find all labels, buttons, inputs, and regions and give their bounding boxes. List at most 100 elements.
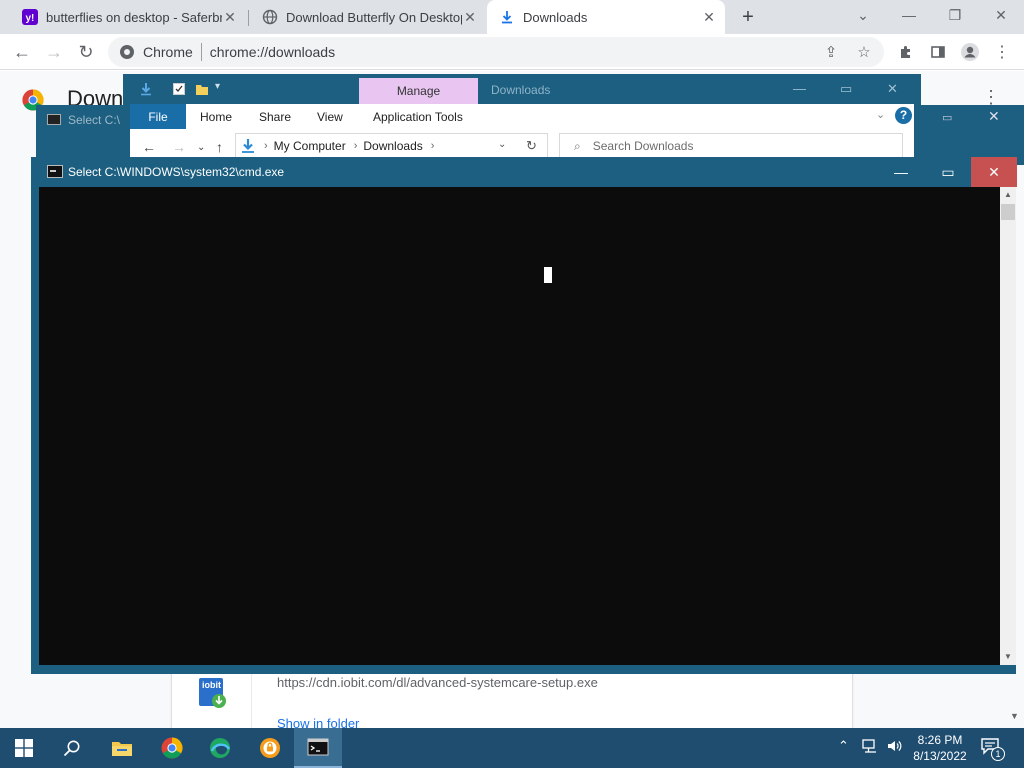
restore-button[interactable]: ❐ — [932, 0, 978, 30]
show-hidden-icons-icon[interactable]: ⌃ — [838, 738, 849, 754]
ribbon-tab-share[interactable]: Share — [259, 104, 291, 129]
browser-toolbar: ← → ↻ Chrome chrome://downloads ⇪ ☆ ⋮ — [0, 34, 1024, 70]
share-icon[interactable]: ⇪ — [821, 42, 841, 62]
omnibox-divider — [200, 43, 202, 61]
close-icon[interactable]: ✕ — [988, 108, 1000, 125]
explorer-title: Downloads — [491, 83, 551, 97]
tab-yahoo-search[interactable]: y! butterflies on desktop - Saferbro ✕ — [10, 0, 246, 34]
breadcrumb-separator-icon[interactable]: › — [431, 140, 435, 152]
ribbon-tab-file[interactable]: File — [130, 104, 186, 129]
maximize-icon[interactable]: ▭ — [840, 81, 852, 97]
expand-ribbon-icon[interactable]: ⌄ — [876, 108, 885, 121]
window-title: Select C:\WINDOWS\system32\cmd.exe — [68, 165, 285, 179]
explorer-ribbon: File Home Share View Application Tools ⌄… — [130, 104, 914, 129]
svg-text:iobit: iobit — [202, 680, 221, 690]
customize-quick-access-icon[interactable]: ▾ — [215, 81, 220, 95]
secure-browser-icon — [260, 738, 280, 758]
explorer-address-bar[interactable]: › My Computer › Downloads › ⌄ ↻ — [235, 133, 548, 159]
download-url[interactable]: https://cdn.iobit.com/dl/advanced-system… — [277, 675, 598, 690]
back-arrow-icon[interactable]: ← — [142, 139, 156, 155]
close-tab-icon[interactable]: ✕ — [222, 9, 238, 25]
breadcrumb-separator-icon[interactable]: › — [354, 140, 358, 152]
ribbon-tab-view[interactable]: View — [317, 104, 343, 129]
properties-icon[interactable] — [172, 82, 186, 96]
globe-icon — [262, 9, 278, 25]
minimize-icon[interactable]: — — [793, 81, 806, 96]
chrome-menu-icon[interactable]: ⋮ — [992, 42, 1012, 62]
recent-locations-icon[interactable]: ⌄ — [197, 142, 205, 153]
profile-avatar[interactable] — [960, 42, 980, 62]
refresh-icon[interactable]: ↻ — [526, 138, 537, 154]
edge-icon — [210, 738, 231, 758]
clock-date: 8/13/2022 — [913, 749, 967, 763]
ribbon-tab-application-tools[interactable]: Application Tools — [373, 104, 463, 129]
cmd-icon — [47, 165, 63, 178]
notification-center-button[interactable]: 1 — [980, 737, 1006, 761]
taskbar-avast-browser[interactable] — [246, 728, 294, 768]
breadcrumb-my-computer[interactable]: My Computer — [274, 139, 346, 153]
scroll-thumb[interactable] — [1001, 204, 1015, 220]
minimize-button[interactable]: — — [886, 0, 932, 30]
breadcrumb-separator-icon[interactable]: › — [264, 140, 268, 152]
start-button[interactable] — [0, 728, 48, 768]
tab-separator — [248, 10, 249, 26]
forward-arrow-icon[interactable]: → — [172, 139, 186, 155]
close-tab-icon[interactable]: ✕ — [462, 9, 478, 25]
search-button[interactable] — [48, 728, 96, 768]
reload-button[interactable]: ↻ — [72, 38, 100, 66]
file-explorer-window[interactable]: ▾ Manage Downloads — ▭ ✕ File Home Share… — [123, 74, 921, 164]
taskbar-chrome[interactable] — [148, 728, 196, 768]
taskbar-command-prompt[interactable] — [294, 728, 342, 768]
tab-title: butterflies on desktop - Saferbro — [46, 9, 222, 25]
cmd-title-bar[interactable]: Select C:\WINDOWS\system32\cmd.exe — ▭ ✕ — [31, 157, 1017, 187]
maximize-button[interactable]: ▭ — [925, 157, 971, 187]
back-button[interactable]: ← — [8, 38, 36, 66]
download-folder-icon — [141, 83, 151, 96]
tab-search-icon[interactable]: ⌄ — [840, 0, 886, 30]
tab-title: Downloads — [523, 9, 588, 25]
ribbon-tab-home[interactable]: Home — [200, 104, 232, 129]
new-folder-icon[interactable] — [195, 82, 209, 96]
vertical-scrollbar[interactable]: ▲ ▼ — [1000, 187, 1016, 665]
breadcrumb-downloads[interactable]: Downloads — [363, 139, 422, 153]
windows-logo-icon — [15, 739, 33, 757]
command-prompt-icon — [307, 738, 329, 756]
forward-button[interactable]: → — [40, 38, 68, 66]
up-arrow-icon[interactable]: ↑ — [216, 139, 223, 155]
search-icon — [63, 740, 80, 757]
svg-text:y!: y! — [26, 13, 35, 24]
address-bar[interactable]: Chrome chrome://downloads ⇪ ☆ — [108, 37, 884, 67]
iobit-file-icon: iobit — [199, 678, 226, 708]
taskbar-edge[interactable] — [196, 728, 244, 768]
url-text[interactable]: chrome://downloads — [210, 44, 335, 60]
scroll-up-icon[interactable]: ▲ — [1000, 187, 1016, 203]
side-panel-icon[interactable] — [928, 42, 948, 62]
tab-strip: y! butterflies on desktop - Saferbro ✕ D… — [0, 0, 1024, 34]
chrome-scheme-icon — [120, 45, 134, 59]
network-icon[interactable] — [862, 738, 878, 757]
taskbar-file-explorer[interactable] — [98, 728, 146, 768]
minimize-button[interactable]: — — [878, 157, 924, 187]
tab-downloads[interactable]: Downloads ✕ — [487, 0, 725, 34]
volume-icon[interactable] — [886, 738, 902, 757]
tab-manage[interactable]: Manage — [359, 78, 478, 104]
search-placeholder: Search Downloads — [592, 139, 694, 153]
close-button[interactable]: ✕ — [971, 157, 1017, 187]
address-dropdown-icon[interactable]: ⌄ — [498, 139, 506, 150]
close-window-button[interactable]: ✕ — [978, 0, 1024, 30]
help-icon[interactable]: ? — [895, 107, 912, 124]
close-icon[interactable]: ✕ — [887, 81, 898, 97]
scroll-down-icon[interactable]: ▼ — [1000, 649, 1016, 665]
bookmark-star-icon[interactable]: ☆ — [854, 42, 874, 62]
maximize-icon[interactable]: ▭ — [942, 111, 952, 124]
extensions-icon[interactable] — [896, 42, 916, 62]
new-tab-button[interactable]: + — [737, 6, 759, 28]
console-output[interactable] — [39, 187, 1000, 665]
system-clock[interactable]: 8:26 PM 8/13/2022 — [912, 732, 968, 764]
tab-butterfly-download[interactable]: Download Butterfly On Desktop ✕ — [250, 0, 486, 34]
page-scroll-down-icon[interactable]: ▼ — [1010, 711, 1019, 721]
cmd-window[interactable]: Select C:\WINDOWS\system32\cmd.exe — ▭ ✕… — [31, 157, 1017, 674]
close-tab-icon[interactable]: ✕ — [701, 9, 717, 25]
site-label: Chrome — [143, 44, 193, 60]
explorer-search-input[interactable]: ⌕ Search Downloads — [559, 133, 903, 159]
